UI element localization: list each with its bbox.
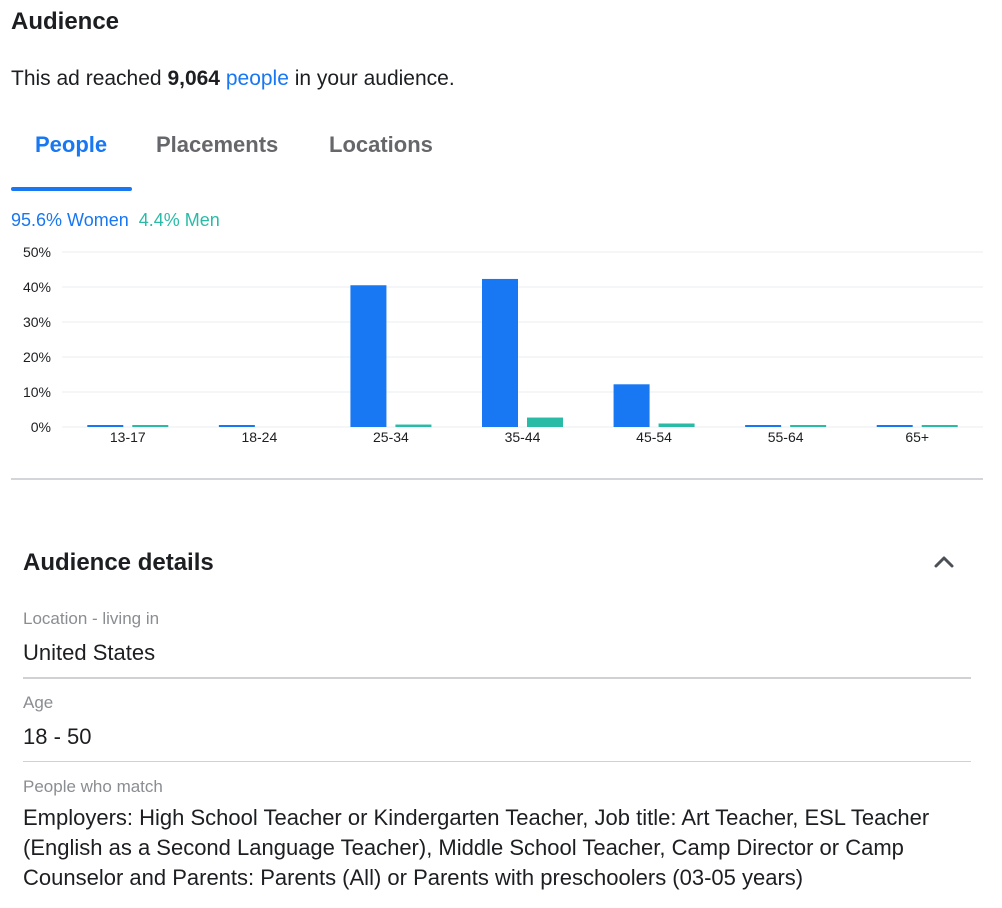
tab-placements[interactable]: Placements: [156, 132, 278, 158]
x-tick-label: 18-24: [241, 429, 277, 445]
x-tick-label: 55-64: [768, 429, 804, 445]
x-tick-label: 65+: [905, 429, 929, 445]
active-tab-indicator: [11, 187, 132, 191]
women-bar: [876, 425, 913, 427]
age-value: 18 - 50: [23, 724, 92, 749]
men-bar: [790, 425, 827, 427]
y-tick-label: 20%: [23, 349, 51, 365]
chevron-up-icon[interactable]: [930, 548, 958, 576]
gender-split: 95.6% Women 4.4% Men: [11, 210, 220, 231]
location-field: Location - living in United States: [23, 609, 971, 668]
women-bar: [350, 285, 387, 427]
men-bar: [527, 417, 563, 427]
men-share: 4.4% Men: [138, 210, 220, 230]
tab-locations[interactable]: Locations: [329, 132, 433, 158]
reach-count: 9,064: [167, 67, 220, 90]
location-label: Location - living in: [23, 609, 160, 628]
women-bar: [87, 425, 124, 427]
x-tick-label: 13-17: [110, 429, 146, 445]
age-field: Age 18 - 50: [23, 693, 971, 752]
tab-people[interactable]: People: [35, 132, 107, 158]
audience-tabs: People Placements Locations: [11, 120, 451, 191]
x-tick-label: 45-54: [636, 429, 672, 445]
field-divider: [23, 761, 971, 762]
women-share: 95.6% Women: [11, 210, 129, 230]
men-bar: [132, 425, 169, 427]
women-bar: [613, 384, 650, 427]
age-label: Age: [23, 693, 54, 712]
women-bar: [482, 278, 518, 427]
women-bar: [745, 425, 782, 427]
audience-title: Audience: [11, 8, 120, 35]
x-tick-label: 35-44: [505, 429, 541, 445]
y-tick-label: 50%: [23, 244, 51, 260]
location-value: United States: [23, 640, 156, 665]
reach-summary: This ad reached 9,064 people in your aud…: [11, 67, 455, 91]
reach-people-link[interactable]: people: [226, 67, 289, 90]
field-divider: [23, 677, 971, 679]
men-bar: [395, 424, 432, 427]
reach-prefix: This ad reached: [11, 67, 168, 90]
people-who-match-label: People who match: [23, 777, 163, 796]
men-bar: [921, 425, 958, 427]
people-who-match-field: People who match Employers: High School …: [23, 777, 971, 893]
reach-suffix: in your audience.: [288, 67, 455, 90]
x-tick-label: 25-34: [373, 429, 409, 445]
people-who-match-value: Employers: High School Teacher or Kinder…: [23, 805, 930, 890]
men-bar: [658, 423, 695, 427]
y-tick-label: 30%: [23, 314, 51, 330]
y-tick-label: 0%: [31, 419, 51, 435]
y-tick-label: 40%: [23, 279, 51, 295]
section-divider: [11, 478, 983, 480]
women-bar: [218, 425, 255, 427]
audience-details-title: Audience details: [23, 549, 214, 576]
age-gender-bar-chart: 0% 10% 20% 30% 40% 50% 13-17 18-24 25-34 35-44 45-…: [23, 244, 983, 445]
y-tick-label: 10%: [23, 384, 51, 400]
